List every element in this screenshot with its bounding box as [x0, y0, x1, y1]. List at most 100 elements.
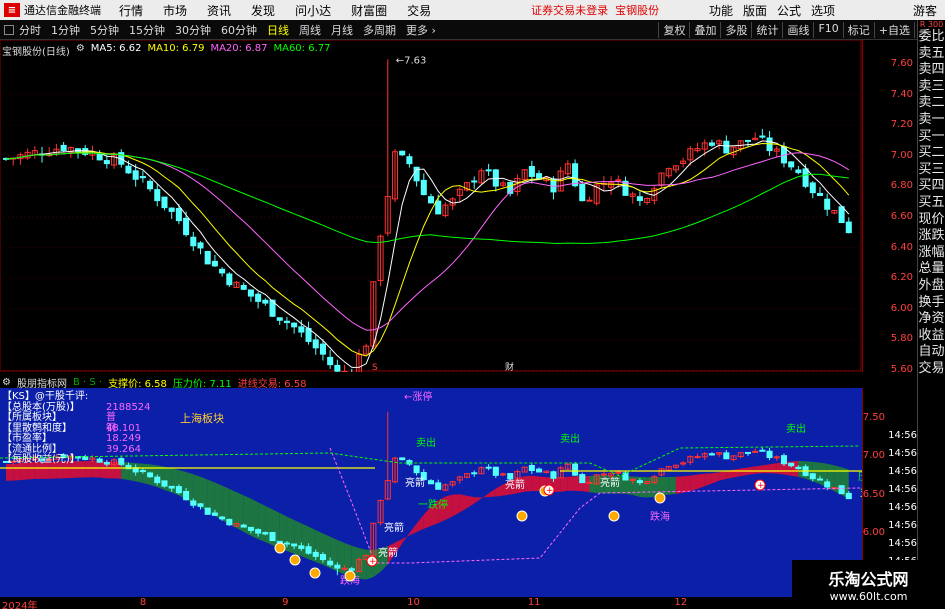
- sidebar-item[interactable]: 交易: [918, 361, 945, 378]
- menu-quotes[interactable]: 行情: [119, 2, 143, 19]
- trend-band: [135, 463, 143, 483]
- buy-coin-icon: [654, 492, 666, 504]
- period-daily[interactable]: 日线: [265, 22, 291, 38]
- period-30min[interactable]: 30分钟: [173, 22, 213, 38]
- indicator-candle-body: [211, 512, 218, 516]
- sidebar-item[interactable]: 涨幅: [918, 245, 945, 262]
- tool-draw[interactable]: 画线: [782, 21, 813, 38]
- candle-body: [154, 189, 161, 202]
- period-multi[interactable]: 多周期: [361, 22, 398, 38]
- price-tick-label: 6.80: [890, 180, 913, 192]
- sidebar-item[interactable]: 卖二: [918, 95, 945, 112]
- sidebar-item[interactable]: 买三: [918, 162, 945, 179]
- menu-wealth[interactable]: 财富圈: [351, 2, 387, 19]
- indicator-candle-body: [240, 524, 247, 528]
- indicator-candle-body: [744, 451, 751, 454]
- sidebar-item[interactable]: 现价: [918, 212, 945, 229]
- sidebar-item[interactable]: 自动: [918, 344, 945, 361]
- period-5min[interactable]: 5分钟: [88, 22, 121, 38]
- sidebar-item[interactable]: 卖四: [918, 62, 945, 79]
- candle-body: [788, 161, 795, 168]
- indicator-candle-body: [759, 449, 766, 452]
- period-monthly[interactable]: 月线: [329, 22, 355, 38]
- sidebar-item[interactable]: 外盘: [918, 278, 945, 295]
- trend-band: [683, 475, 691, 493]
- buy-coin-icon: [608, 510, 620, 522]
- sidebar-item[interactable]: 买一: [918, 129, 945, 146]
- candlestick-chart[interactable]: ←7.63←5.50S财: [0, 40, 862, 372]
- indicator-candle-body: [312, 551, 319, 557]
- tool-multistock[interactable]: 多股: [720, 21, 751, 38]
- indicator-settings-icon[interactable]: ⚙: [2, 377, 11, 388]
- tool-add-favorite[interactable]: +自选: [873, 21, 914, 38]
- menu-formula[interactable]: 公式: [777, 2, 801, 19]
- trend-band: [553, 477, 561, 492]
- time-tick-label: 14:56: [888, 466, 917, 477]
- indicator-chart[interactable]: 上海板块←涨停卖出卖出卖出一跌停亮箭亮箭亮箭亮箭亮箭压力支撑跌海跌海+++: [0, 388, 862, 597]
- sidebar-item[interactable]: 卖一: [918, 112, 945, 129]
- sidebar-item[interactable]: 买二: [918, 145, 945, 162]
- indicator-candle-body: [219, 516, 226, 520]
- tool-mark[interactable]: 标记: [842, 21, 874, 38]
- menu-discover[interactable]: 发现: [251, 2, 275, 19]
- ma60-label: MA60: 6.77: [273, 43, 331, 54]
- info-key: 【每股收益(元)】: [2, 454, 80, 465]
- indicator-candle-body: [96, 458, 103, 463]
- candle-body: [420, 179, 427, 196]
- sidebar-item[interactable]: 卖三: [918, 79, 945, 96]
- indicator-candle-body: [255, 529, 262, 534]
- tool-f10[interactable]: F10: [813, 21, 842, 38]
- time-axis-label: 10: [407, 597, 420, 608]
- candle-body: [327, 356, 334, 366]
- menu-news[interactable]: 资讯: [207, 2, 231, 19]
- sidebar-item[interactable]: 卖五: [918, 46, 945, 63]
- info-key: 【里散鹩和度】: [2, 422, 72, 434]
- menu-market[interactable]: 市场: [163, 2, 187, 19]
- trend-band: [6, 463, 14, 481]
- sidebar-item[interactable]: 收益: [918, 328, 945, 345]
- menu-options[interactable]: 选项: [811, 2, 835, 19]
- ma5-line: [5, 140, 850, 368]
- price-tick-label: 7.00: [890, 149, 913, 161]
- trend-band: [258, 502, 266, 542]
- period-intraday[interactable]: 分时: [17, 22, 43, 38]
- tool-overlay[interactable]: 叠加: [689, 21, 720, 38]
- indicator-candle-body: [334, 564, 341, 569]
- period-weekly[interactable]: 周线: [297, 22, 323, 38]
- period-60min[interactable]: 60分钟: [219, 22, 259, 38]
- sidebar-item[interactable]: 净资: [918, 311, 945, 328]
- period-more[interactable]: 更多 ›: [404, 22, 438, 38]
- trade-login-notice[interactable]: 证券交易未登录 宝钢股份: [531, 2, 659, 18]
- indicator-candle-body: [816, 478, 824, 481]
- price-tick-label: 7.60: [890, 58, 913, 69]
- info-key: 【流通比例】: [2, 443, 62, 455]
- toolbar-checkbox[interactable]: [4, 24, 14, 35]
- period-15min[interactable]: 15分钟: [127, 22, 167, 38]
- sell-label: 卖出: [560, 432, 580, 445]
- indicator-candle-body: [168, 485, 175, 489]
- watermark: 乐淘公式网 www.60lt.com: [792, 560, 945, 609]
- menu-function[interactable]: 功能: [709, 2, 733, 19]
- menu-trade[interactable]: 交易: [407, 2, 431, 19]
- period-1min[interactable]: 1分钟: [49, 22, 82, 38]
- dive-label: 跌海: [650, 510, 670, 523]
- menu-layout[interactable]: 版面: [743, 2, 767, 19]
- sidebar-item[interactable]: 买五: [918, 195, 945, 212]
- guest-login[interactable]: 游客: [913, 2, 937, 19]
- sidebar-item[interactable]: 涨跌: [918, 228, 945, 245]
- time-tick-label: 14:56: [888, 502, 917, 513]
- sidebar-item[interactable]: 总量: [918, 261, 945, 278]
- sidebar-item[interactable]: 换手: [918, 295, 945, 312]
- sidebar-item[interactable]: 买四: [918, 178, 945, 195]
- indicator-candle-body: [399, 457, 406, 461]
- tool-stats[interactable]: 统计: [751, 21, 782, 38]
- trend-band: [294, 520, 302, 557]
- tool-adjust[interactable]: 复权: [658, 21, 689, 38]
- candle-body: [579, 183, 586, 202]
- settings-icon[interactable]: ⚙: [76, 43, 85, 58]
- menu-ask[interactable]: 问小达: [295, 2, 331, 19]
- trend-band: [769, 463, 777, 474]
- candle-body: [219, 268, 226, 274]
- trend-band: [524, 475, 532, 492]
- sidebar-item[interactable]: 委比: [918, 29, 945, 46]
